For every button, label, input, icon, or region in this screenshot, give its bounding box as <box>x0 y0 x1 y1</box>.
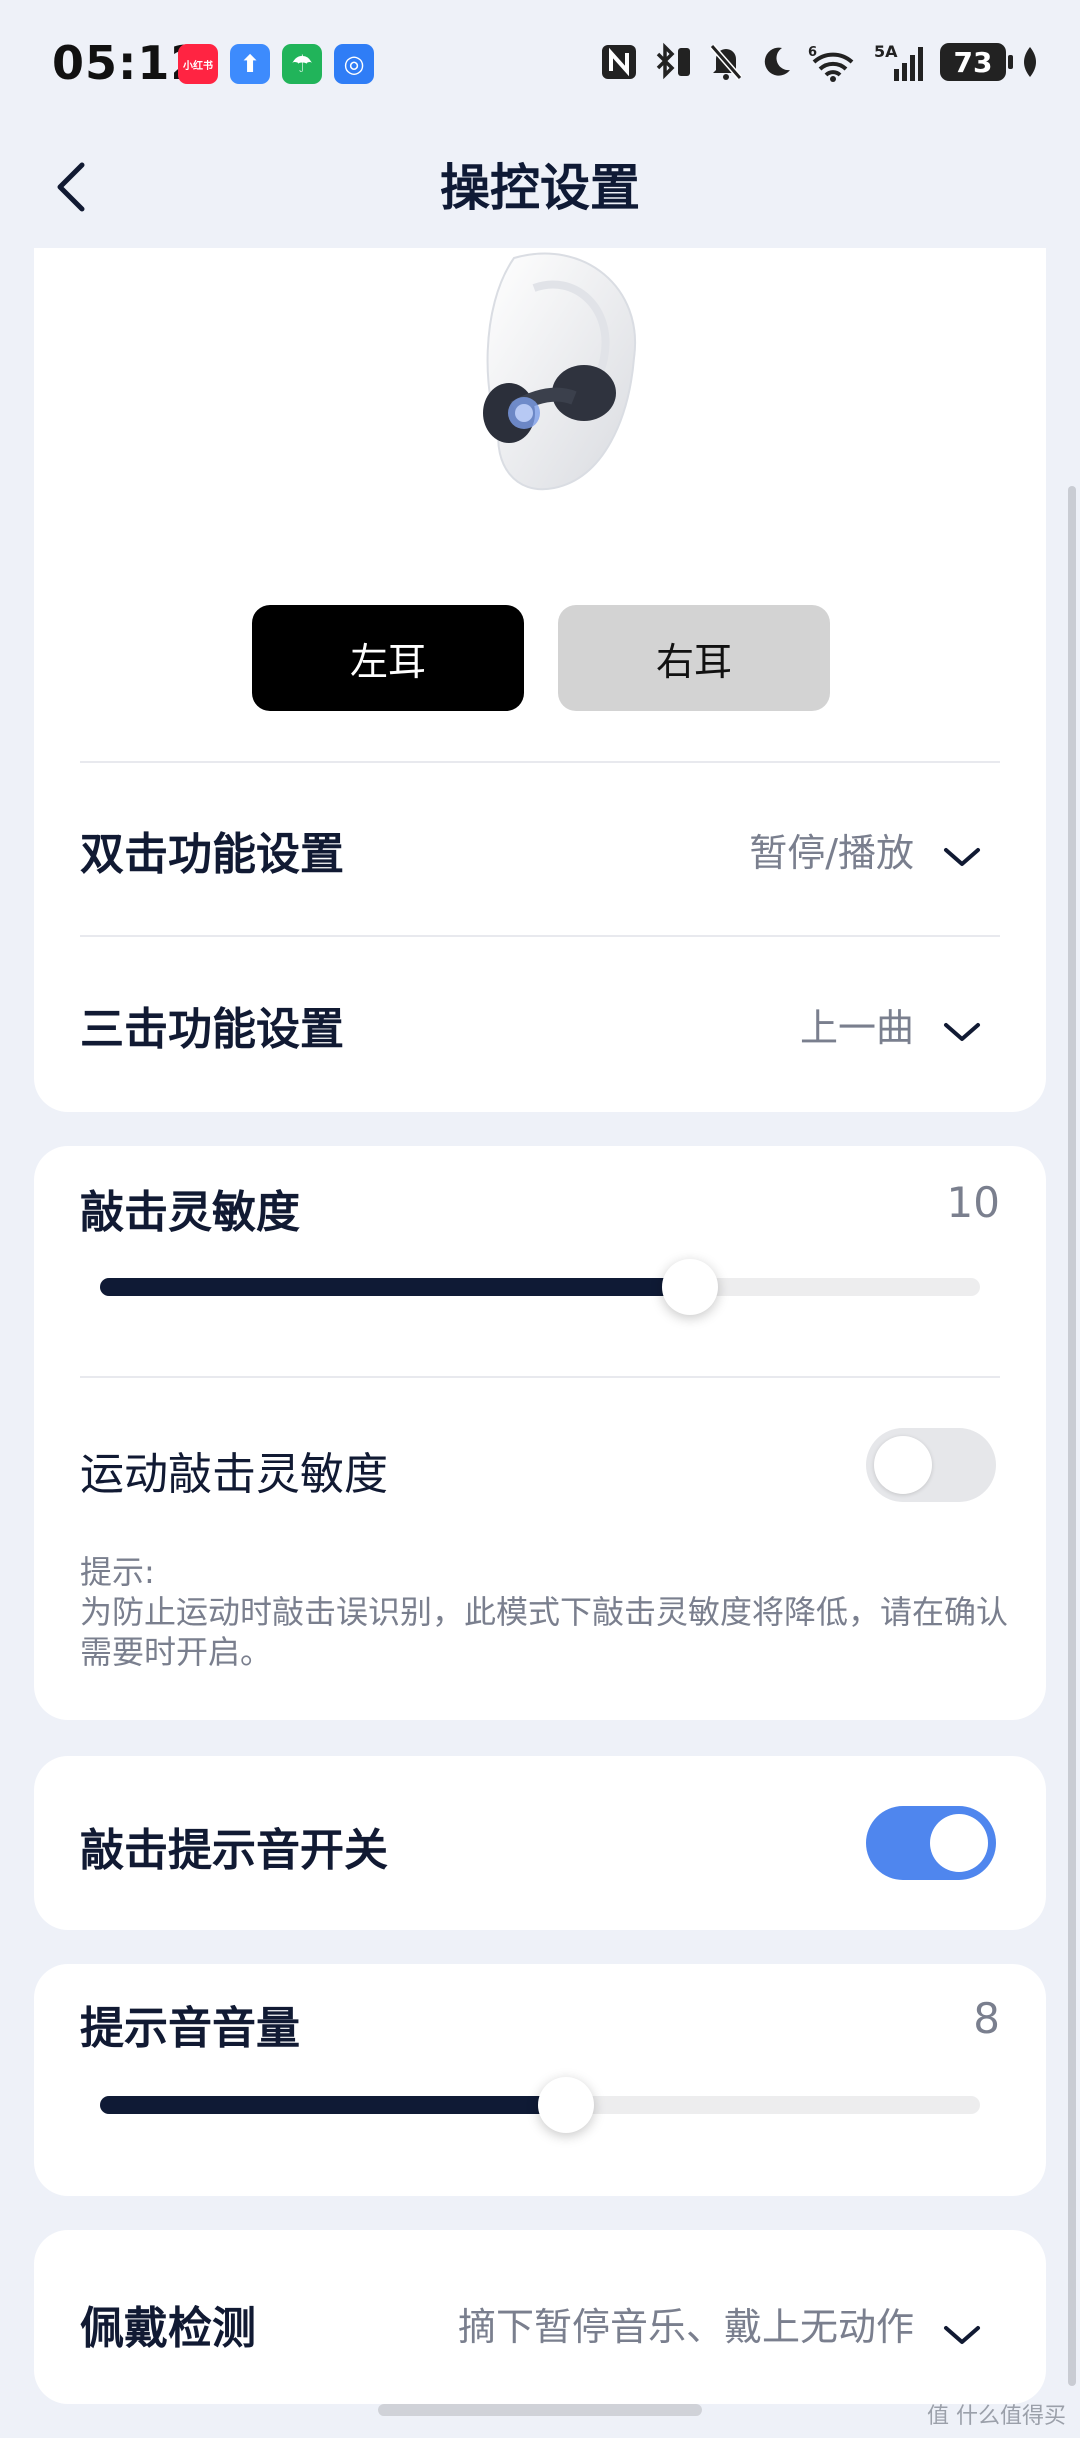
tap-sensitivity-title: 敲击灵敏度 <box>80 1187 300 1238</box>
double-tap-value: 暂停/播放 <box>749 831 914 875</box>
wear-detection-card[interactable]: 佩戴检测 摘下暂停音乐、戴上无动作 <box>34 2230 1046 2404</box>
sound-volume-title: 提示音音量 <box>80 2003 300 2054</box>
toggle-knob <box>874 1436 932 1494</box>
wear-detection-title: 佩戴检测 <box>80 2303 256 2354</box>
network-type-label: 5A <box>874 42 898 61</box>
sound-volume-slider[interactable] <box>100 2077 980 2133</box>
slider-thumb[interactable] <box>662 1259 718 1315</box>
chat-app-icon: ◎ <box>334 44 374 84</box>
divider <box>80 935 1000 937</box>
mute-bell-icon <box>708 40 744 84</box>
tap-sound-toggle[interactable] <box>866 1806 996 1880</box>
leaf-icon <box>1020 40 1040 84</box>
do-not-disturb-moon-icon <box>758 40 794 84</box>
sensitivity-card: 敲击灵敏度 10 运动敲击灵敏度 提示: 为防止运动时敲击误识别，此模式下敲击灵… <box>34 1146 1046 1720</box>
bluetooth-battery-icon <box>652 40 694 84</box>
earbud-illustration <box>454 248 674 508</box>
slider-fill <box>100 2096 566 2114</box>
sport-sensitivity-toggle[interactable] <box>866 1428 996 1502</box>
tap-sound-title: 敲击提示音开关 <box>80 1825 388 1876</box>
triple-tap-title: 三击功能设置 <box>80 1004 344 1055</box>
home-indicator[interactable] <box>378 2404 702 2416</box>
chevron-down-icon <box>944 2326 980 2344</box>
sound-volume-value: 8 <box>973 1994 1000 2043</box>
sport-sensitivity-hint-body: 为防止运动时敲击误识别，此模式下敲击灵敏度将降低，请在确认需要时开启。 <box>80 1593 1009 1671</box>
tap-sound-card: 敲击提示音开关 <box>34 1756 1046 1930</box>
tap-sensitivity-slider[interactable] <box>100 1259 980 1315</box>
wear-detection-value: 摘下暂停音乐、戴上无动作 <box>457 2305 914 2349</box>
wifi-icon: 6 <box>808 40 858 84</box>
app-header: 操控设置 <box>0 130 1080 250</box>
svg-text:6: 6 <box>808 45 817 60</box>
divider <box>80 761 1000 763</box>
chevron-down-icon <box>944 848 980 866</box>
battery-icon: 73 <box>940 43 1013 81</box>
sport-sensitivity-hint-title: 提示: <box>80 1553 155 1591</box>
page-title: 操控设置 <box>440 159 640 217</box>
double-tap-title: 双击功能设置 <box>80 829 344 880</box>
cellular-signal-icon: 5A <box>872 40 926 84</box>
triple-tap-value: 上一曲 <box>799 1006 914 1050</box>
toggle-knob <box>930 1814 988 1872</box>
system-icons: 6 5A 73 <box>600 40 1040 84</box>
xiaohongshu-app-icon: 小红书 <box>178 44 218 84</box>
nfc-icon <box>600 40 638 84</box>
umbrella-app-icon: ☂ <box>282 44 322 84</box>
sport-sensitivity-title: 运动敲击灵敏度 <box>80 1449 388 1500</box>
notification-app-icons: 小红书 ⬆ ☂ ◎ <box>178 44 374 84</box>
slider-fill <box>100 1278 690 1296</box>
sound-volume-card: 提示音音量 8 <box>34 1964 1046 2196</box>
upload-app-icon: ⬆ <box>230 44 270 84</box>
chevron-down-icon <box>944 1023 980 1041</box>
watermark: 值 什么值得买 <box>927 2404 1066 2429</box>
status-bar: 05:12 小红书 ⬆ ☂ ◎ 6 5A 73 <box>0 0 1080 130</box>
scrollbar[interactable] <box>1068 486 1076 2386</box>
right-ear-button[interactable]: 右耳 <box>558 605 830 711</box>
left-ear-button[interactable]: 左耳 <box>252 605 524 711</box>
tap-sensitivity-value: 10 <box>946 1178 1000 1227</box>
tap-functions-card: 左耳 右耳 双击功能设置 暂停/播放 三击功能设置 上一曲 <box>34 248 1046 1112</box>
slider-thumb[interactable] <box>538 2077 594 2133</box>
divider <box>80 1376 1000 1378</box>
